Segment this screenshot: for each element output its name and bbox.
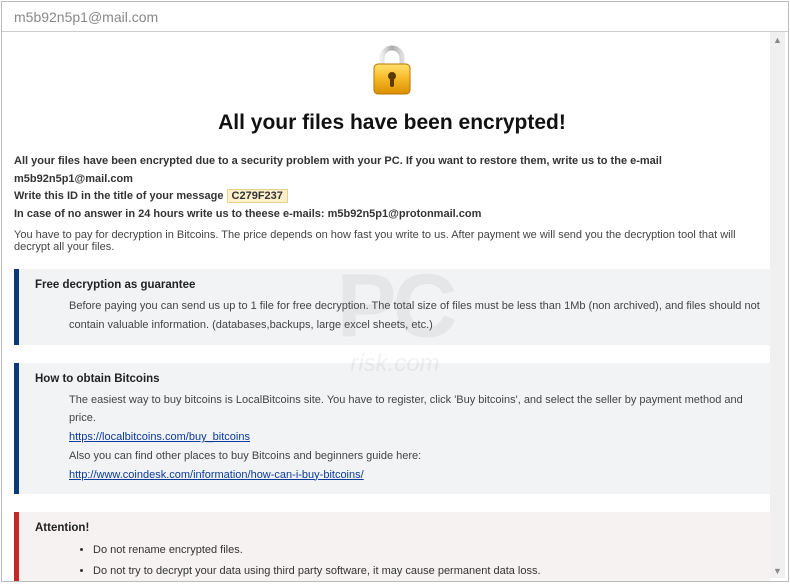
section-attention-title: Attention! <box>35 522 760 534</box>
lock-icon <box>368 44 416 98</box>
contact-email-2: m5b92n5p1@protonmail.com <box>328 208 482 220</box>
attention-list: Do not rename encrypted files. Do not tr… <box>35 540 760 581</box>
payment-line: You have to pay for decryption in Bitcoi… <box>14 229 770 253</box>
bitcoins-line2: Also you can find other places to buy Bi… <box>69 450 421 462</box>
section-attention: Attention! Do not rename encrypted files… <box>14 512 770 581</box>
titlebar: m5b92n5p1@mail.com <box>2 2 788 32</box>
section-bitcoins-title: How to obtain Bitcoins <box>35 373 760 385</box>
section-free-title: Free decryption as guarantee <box>35 279 760 291</box>
intro-line3-prefix: In case of no answer in 24 hours write u… <box>14 208 328 220</box>
bitcoins-line1: The easiest way to buy bitcoins is Local… <box>69 394 743 425</box>
intro-line1-prefix: All your files have been encrypted due t… <box>14 155 662 167</box>
attention-item: Do not try to decrypt your data using th… <box>93 561 760 581</box>
lock-icon-container <box>14 44 770 103</box>
intro-line2-prefix: Write this ID in the title of your messa… <box>14 190 227 202</box>
intro-block: All your files have been encrypted due t… <box>14 153 770 223</box>
scroll-down-icon[interactable]: ▼ <box>770 563 785 578</box>
bitcoins-link2[interactable]: http://www.coindesk.com/information/how-… <box>69 469 364 481</box>
scroll-up-icon[interactable]: ▲ <box>770 32 785 47</box>
section-bitcoins-body: The easiest way to buy bitcoins is Local… <box>35 391 760 484</box>
bitcoins-link1[interactable]: https://localbitcoins.com/buy_bitcoins <box>69 431 250 443</box>
contact-email-1: m5b92n5p1@mail.com <box>14 173 133 185</box>
id-code: C279F237 <box>227 189 288 203</box>
window-frame: m5b92n5p1@mail.com PC risk.com <box>1 1 789 582</box>
main-heading: All your files have been encrypted! <box>14 111 770 135</box>
section-free-decryption: Free decryption as guarantee Before payi… <box>14 269 770 344</box>
section-bitcoins: How to obtain Bitcoins The easiest way t… <box>14 363 770 494</box>
content-area: PC risk.com <box>2 32 788 581</box>
section-free-body: Before paying you can send us up to 1 fi… <box>35 297 760 334</box>
vertical-scrollbar[interactable]: ▲ ▼ <box>770 32 785 578</box>
attention-item: Do not rename encrypted files. <box>93 540 760 561</box>
window-title: m5b92n5p1@mail.com <box>14 9 158 25</box>
